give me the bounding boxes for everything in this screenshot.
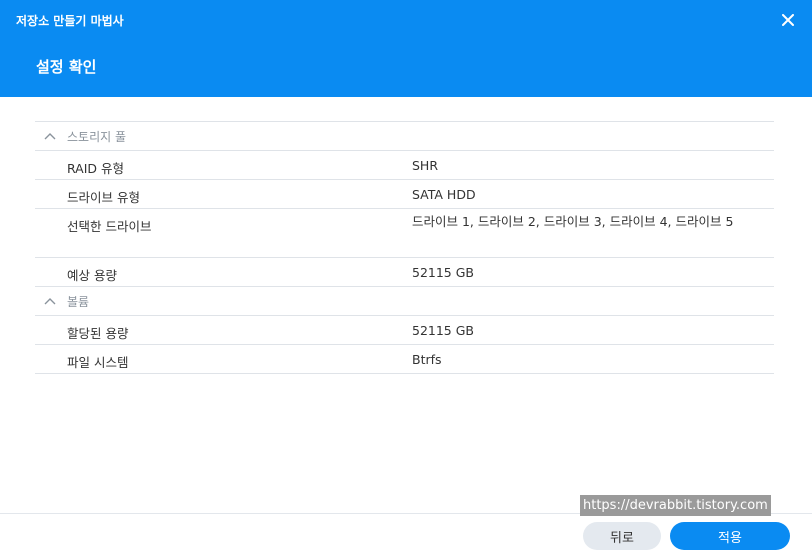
table-row: 파일 시스템 Btrfs	[35, 345, 774, 374]
table-row: RAID 유형 SHR	[35, 151, 774, 180]
table-row: 예상 용량 52115 GB	[35, 258, 774, 287]
section-volume[interactable]: 볼륨	[35, 287, 774, 316]
back-button[interactable]: 뒤로	[583, 522, 661, 550]
chevron-up-icon	[44, 129, 58, 143]
table-row: 선택한 드라이브 드라이브 1, 드라이브 2, 드라이브 3, 드라이브 4,…	[35, 209, 774, 258]
section-storage-pool[interactable]: 스토리지 풀	[35, 122, 774, 151]
settings-summary-table: 스토리지 풀 RAID 유형 SHR 드라이브 유형 SATA HDD 선택한 …	[35, 121, 774, 374]
window-title: 저장소 만들기 마법사	[16, 14, 124, 28]
page-title: 설정 확인	[36, 58, 97, 76]
chevron-up-icon	[44, 294, 58, 308]
close-icon	[782, 14, 794, 26]
table-row: 드라이브 유형 SATA HDD	[35, 180, 774, 209]
row-value: 52115 GB	[412, 323, 474, 338]
section-label: 스토리지 풀	[67, 129, 127, 144]
row-key: RAID 유형	[67, 161, 125, 176]
row-key: 파일 시스템	[67, 355, 129, 370]
row-key: 선택한 드라이브	[67, 219, 152, 234]
wizard-header: 저장소 만들기 마법사 설정 확인	[0, 0, 812, 97]
row-value: Btrfs	[412, 352, 442, 367]
row-value: SATA HDD	[412, 187, 476, 202]
row-key: 할당된 용량	[67, 326, 129, 341]
watermark: https://devrabbit.tistory.com	[580, 495, 771, 516]
row-value: SHR	[412, 158, 439, 173]
row-key: 드라이브 유형	[67, 190, 140, 205]
close-button[interactable]	[778, 10, 798, 30]
section-label: 볼륨	[67, 294, 90, 309]
row-key: 예상 용량	[67, 268, 117, 283]
apply-button[interactable]: 적용	[670, 522, 790, 550]
row-value: 드라이브 1, 드라이브 2, 드라이브 3, 드라이브 4, 드라이브 5	[412, 214, 734, 229]
row-value: 52115 GB	[412, 265, 474, 280]
table-row: 할당된 용량 52115 GB	[35, 316, 774, 345]
